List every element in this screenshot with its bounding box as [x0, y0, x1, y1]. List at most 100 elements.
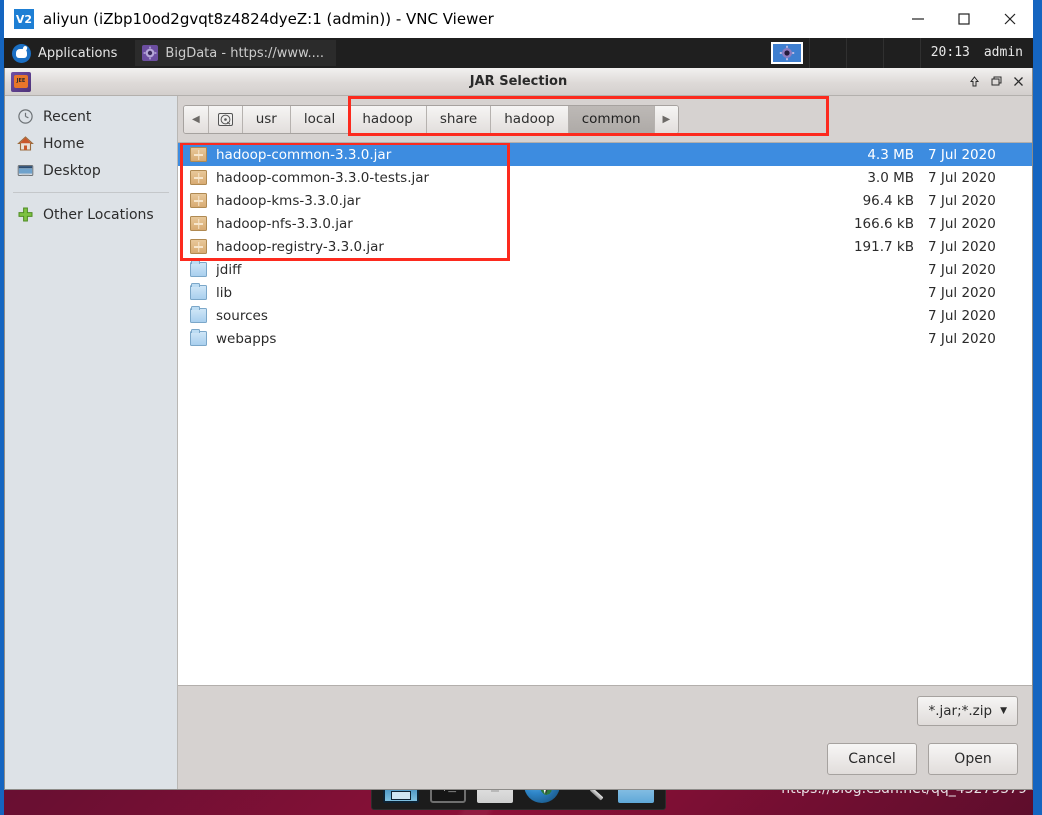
file-date: 7 Jul 2020 [928, 238, 996, 255]
file-name: hadoop-nfs-3.3.0.jar [216, 215, 353, 232]
cancel-button[interactable]: Cancel [827, 743, 917, 775]
gear-icon [142, 45, 159, 61]
file-type-filter-dropdown[interactable]: *.jar;*.zip ▼ [917, 696, 1018, 726]
sidebar-divider [13, 192, 169, 193]
path-breadcrumb-bar: ◀ usr local hadoop share hadoop common ▶ [183, 104, 680, 134]
breadcrumb-hadoop-2[interactable]: hadoop [491, 105, 569, 133]
sidebar-item-label: Desktop [43, 162, 101, 179]
table-row[interactable]: lib 7 Jul 2020 [178, 281, 1032, 304]
dialog-title: JAR Selection [469, 74, 568, 89]
file-date: 7 Jul 2020 [928, 284, 996, 301]
file-name: hadoop-kms-3.3.0.jar [216, 192, 361, 209]
breadcrumb-share[interactable]: share [426, 105, 492, 133]
path-forward-button[interactable]: ▶ [654, 105, 679, 133]
home-icon [17, 135, 34, 152]
jar-selection-dialog: JEE JAR Selection Recent Home Desktop Ot… [4, 68, 1033, 790]
panel-slot [882, 38, 920, 68]
filter-value: *.jar;*.zip [928, 703, 993, 719]
table-row[interactable]: webapps 7 Jul 2020 [178, 327, 1032, 350]
places-sidebar: Recent Home Desktop Other Locations [5, 96, 178, 789]
file-name: jdiff [216, 261, 242, 278]
jar-file-icon [190, 239, 207, 254]
close-button[interactable] [987, 0, 1033, 38]
restore-button[interactable] [986, 71, 1006, 93]
maximize-button[interactable] [941, 0, 987, 38]
file-date: 7 Jul 2020 [928, 169, 996, 186]
breadcrumb-local[interactable]: local [290, 105, 350, 133]
breadcrumb-usr[interactable]: usr [242, 105, 291, 133]
jar-file-icon [190, 193, 207, 208]
panel-system-tray: 20:13 admin [770, 38, 1033, 68]
file-size: 3.0 MB [867, 169, 914, 186]
chevron-down-icon: ▼ [1000, 706, 1007, 716]
plus-icon [17, 206, 34, 223]
open-button[interactable]: Open [928, 743, 1018, 775]
file-size: 4.3 MB [867, 146, 914, 163]
dialog-window-controls [964, 68, 1032, 96]
tray-gear-icon[interactable] [770, 42, 803, 64]
table-row[interactable]: hadoop-common-3.3.0.jar 4.3 MB 7 Jul 202… [178, 143, 1032, 166]
sidebar-item-recent[interactable]: Recent [5, 103, 177, 130]
file-date: 7 Jul 2020 [928, 146, 996, 163]
dialog-titlebar: JEE JAR Selection [5, 68, 1032, 96]
table-row[interactable]: jdiff 7 Jul 2020 [178, 258, 1032, 281]
filter-row: *.jar;*.zip ▼ [192, 696, 1018, 726]
taskbar-item-label: BigData - https://www.... [165, 45, 325, 61]
panel-slot [808, 38, 846, 68]
file-list[interactable]: hadoop-common-3.3.0.jar 4.3 MB 7 Jul 202… [178, 142, 1032, 686]
desktop-top-panel: Applications BigData - https://www.... 2… [4, 38, 1033, 68]
file-size: 191.7 kB [853, 238, 914, 255]
dialog-body: Recent Home Desktop Other Locations ◀ us… [5, 96, 1032, 789]
folder-icon [190, 283, 207, 300]
sidebar-item-label: Home [43, 135, 85, 152]
file-name: webapps [216, 330, 277, 347]
file-date: 7 Jul 2020 [928, 192, 996, 209]
vnc-window-title: aliyun (iZbp10od2gvqt8z4824dyeZ:1 (admin… [43, 10, 494, 28]
vnc-viewer-window: V2 aliyun (iZbp10od2gvqt8z4824dyeZ:1 (ad… [0, 0, 1042, 815]
panel-empty-slots [808, 38, 920, 68]
vnc-titlebar: V2 aliyun (iZbp10od2gvqt8z4824dyeZ:1 (ad… [4, 0, 1033, 38]
file-date: 7 Jul 2020 [928, 215, 996, 232]
sidebar-item-desktop[interactable]: Desktop [5, 157, 177, 184]
applications-menu-button[interactable]: Applications [4, 38, 127, 68]
remote-desktop: Applications BigData - https://www.... 2… [4, 38, 1033, 815]
panel-username[interactable]: admin [980, 38, 1033, 68]
applications-menu-label: Applications [38, 45, 118, 61]
hard-drive-icon[interactable] [208, 105, 243, 133]
table-row[interactable]: hadoop-kms-3.3.0.jar 96.4 kB 7 Jul 2020 [178, 189, 1032, 212]
minimize-button[interactable] [895, 0, 941, 38]
clock-icon [17, 108, 34, 125]
table-row[interactable]: hadoop-nfs-3.3.0.jar 166.6 kB 7 Jul 2020 [178, 212, 1032, 235]
shade-button[interactable] [964, 71, 984, 93]
taskbar-item-bigdata[interactable]: BigData - https://www.... [135, 40, 337, 66]
jar-file-icon [190, 170, 207, 185]
panel-clock[interactable]: 20:13 [919, 38, 980, 68]
dialog-close-button[interactable] [1008, 71, 1028, 93]
sidebar-item-label: Recent [43, 108, 92, 125]
window-frame-right [1033, 0, 1042, 815]
file-date: 7 Jul 2020 [928, 261, 996, 278]
file-date: 7 Jul 2020 [928, 307, 996, 324]
table-row[interactable]: hadoop-common-3.3.0-tests.jar 3.0 MB 7 J… [178, 166, 1032, 189]
jar-file-icon [190, 147, 207, 162]
table-row[interactable]: sources 7 Jul 2020 [178, 304, 1032, 327]
dialog-main: Recent Home Desktop Other Locations ◀ us… [5, 96, 1032, 789]
table-row[interactable]: hadoop-registry-3.3.0.jar 191.7 kB 7 Jul… [178, 235, 1032, 258]
breadcrumb-hadoop[interactable]: hadoop [349, 105, 427, 133]
breadcrumb-common[interactable]: common [568, 105, 655, 133]
sidebar-item-home[interactable]: Home [5, 130, 177, 157]
sidebar-item-other-locations[interactable]: Other Locations [5, 201, 177, 228]
file-name: hadoop-common-3.3.0.jar [216, 146, 392, 163]
path-back-button[interactable]: ◀ [184, 105, 209, 133]
file-name: hadoop-registry-3.3.0.jar [216, 238, 384, 255]
file-name: sources [216, 307, 268, 324]
panel-slot [845, 38, 883, 68]
folder-icon [190, 260, 207, 277]
jar-file-icon [190, 216, 207, 231]
dialog-footer: *.jar;*.zip ▼ Cancel Open [178, 686, 1032, 789]
folder-icon [190, 329, 207, 346]
dialog-button-row: Cancel Open [192, 743, 1018, 775]
vnc-window-controls [895, 0, 1033, 38]
file-date: 7 Jul 2020 [928, 330, 996, 347]
hand-icon [12, 43, 31, 63]
